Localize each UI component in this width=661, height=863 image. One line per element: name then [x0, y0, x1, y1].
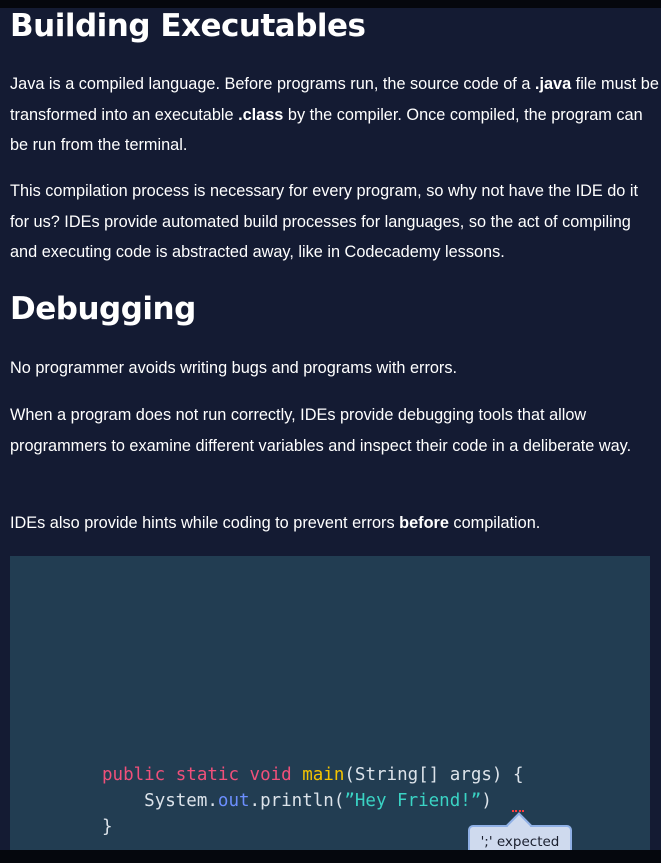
- code-line-1: public static void main(String[] args) {: [102, 765, 524, 785]
- code-line-3: }: [102, 817, 113, 837]
- keyword-void: void: [249, 765, 292, 785]
- bold-class-ext: .class: [238, 105, 284, 124]
- top-bar: [0, 0, 661, 8]
- heading-debugging: Debugging: [10, 291, 196, 327]
- paragraph-debug-tools: When a program does not run correctly, I…: [10, 406, 632, 455]
- method-name: main: [302, 765, 345, 785]
- text-segment: IDEs also provide hints while coding to …: [10, 514, 400, 532]
- paragraph-no-programmer: No programmer avoids writing bugs and pr…: [10, 359, 458, 377]
- code-string: ”Hey Friend!”: [344, 791, 482, 811]
- method-params: (String[] args) {: [344, 765, 524, 785]
- error-squiggle: [512, 807, 524, 812]
- code-field: out: [217, 791, 250, 811]
- code-example-panel: public static void main(String[] args) {…: [10, 556, 650, 850]
- paragraph-compiled-language: Java is a compiled language. Before prog…: [10, 69, 660, 161]
- heading-building-executables: Building Executables: [10, 8, 366, 44]
- tooltip-text: ';' expected: [480, 834, 560, 850]
- text-segment: Java is a compiled language. Before prog…: [10, 75, 535, 93]
- text-segment: compilation.: [448, 514, 541, 532]
- bottom-bar: [0, 850, 661, 863]
- code-line-2: System.out.println(”Hey Friend!”): [102, 791, 492, 811]
- error-tooltip: ';' expected: [468, 812, 572, 850]
- keyword-public: public: [102, 765, 166, 785]
- paragraph-hints: IDEs also provide hints while coding to …: [10, 508, 660, 539]
- code-call: .println(: [249, 791, 345, 811]
- bold-before: before: [399, 514, 449, 532]
- keyword-static: static: [175, 765, 239, 785]
- code-object: System.: [144, 791, 218, 811]
- bold-java-ext: .java: [534, 75, 572, 93]
- code-close-paren: ): [481, 791, 492, 811]
- code-block: public static void main(String[] args) {…: [102, 762, 524, 840]
- paragraph-build-process: This compilation process is necessary fo…: [10, 182, 639, 261]
